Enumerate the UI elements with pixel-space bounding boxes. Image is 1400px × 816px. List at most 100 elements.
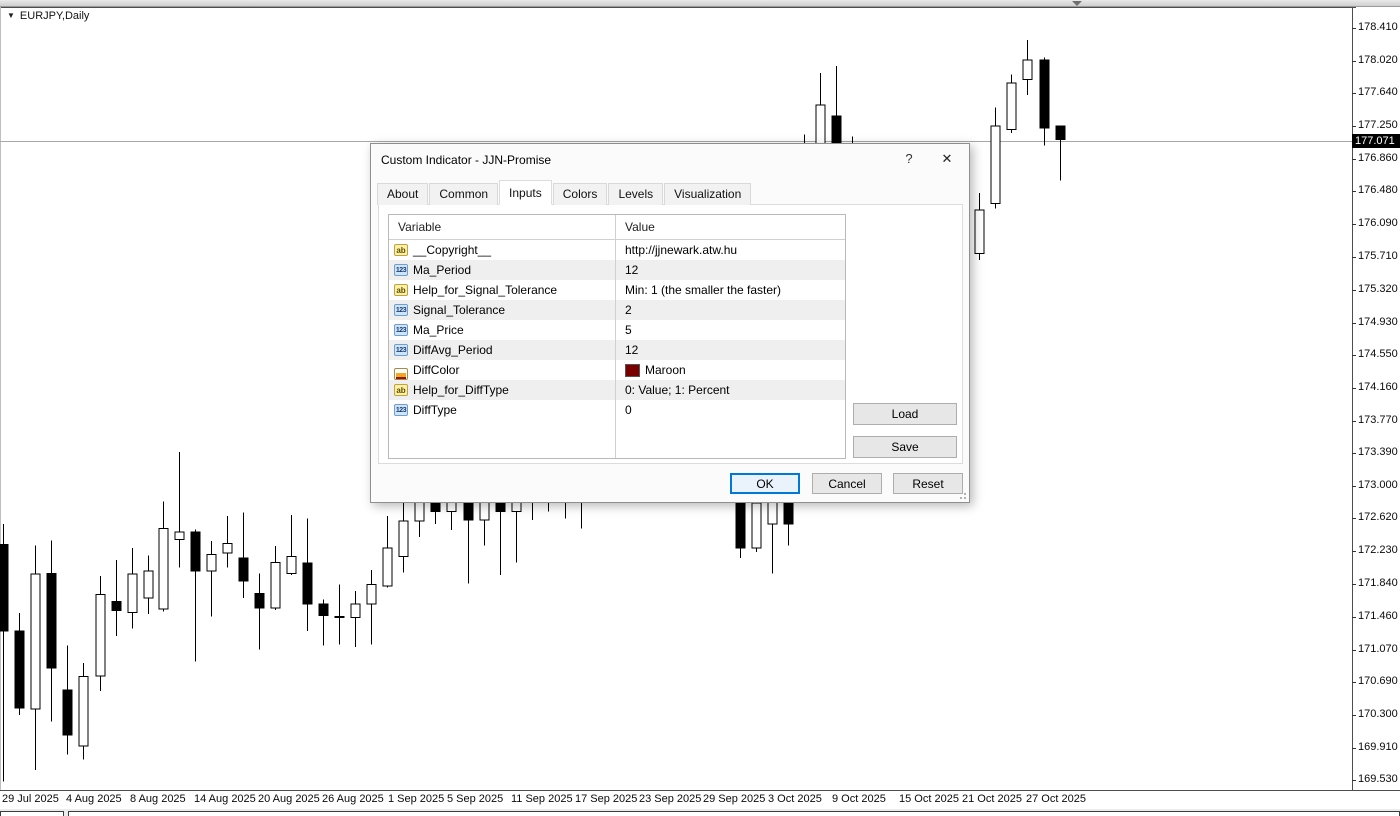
param-name: Help_for_Signal_Tolerance [413,283,558,297]
current-price-value: 177.071 [1355,135,1395,148]
price-axis-label: 174.160 [1358,380,1398,393]
candle [127,547,138,629]
reset-button[interactable]: Reset [893,473,963,494]
param-value-text: 12 [625,263,639,277]
color-param-icon [394,368,408,380]
chevron-down-icon[interactable]: ▼ [7,12,15,20]
candle [1055,125,1066,181]
price-axis-label: 171.460 [1358,609,1398,622]
param-row-ma-period[interactable]: 123 Ma_Period 12 [389,260,845,280]
candle [302,518,313,631]
date-axis-label: 29 Sep 2025 [703,793,766,805]
save-button[interactable]: Save [853,436,957,458]
date-axis-label: 17 Sep 2025 [575,793,638,805]
close-button[interactable]: ✕ [939,151,955,167]
current-price-box: 177.071 [1352,134,1400,149]
param-value[interactable]: 2 [625,303,632,317]
candle [14,613,25,715]
date-axis-label: 26 Aug 2025 [322,793,384,805]
param-name: DiffColor [413,363,460,377]
param-value[interactable]: Min: 1 (the smaller the faster) [625,283,781,297]
price-axis-label: 174.930 [1358,315,1398,328]
candle [0,524,9,782]
column-header-variable: Variable [398,220,442,234]
param-name: Ma_Period [413,263,472,277]
candle [95,575,106,691]
date-axis[interactable]: 29 Jul 2025 4 Aug 2025 8 Aug 2025 14 Aug 20… [0,792,1400,810]
candle [254,573,265,650]
price-axis-label: 172.620 [1358,511,1398,524]
param-value[interactable]: 0: Value; 1: Percent [625,383,730,397]
param-row-copyright[interactable]: ab __Copyright__ http://jjnewark.atw.hu [389,240,845,260]
param-value[interactable]: Maroon [625,363,686,377]
price-axis-label: 173.390 [1358,446,1398,459]
price-axis[interactable]: 178.410 178.020 177.640 177.250 176.860 176.4… [1353,7,1400,790]
candle [286,514,297,575]
string-param-icon: ab [394,244,408,256]
param-row-help-for-difftype[interactable]: ab Help_for_DiffType 0: Value; 1: Percent [389,380,845,400]
candle [366,570,377,645]
numeric-param-icon: 123 [394,344,408,356]
param-row-ma-price[interactable]: 123 Ma_Price 5 [389,320,845,340]
candle [222,515,233,568]
param-value-text: Maroon [645,363,686,377]
param-value[interactable]: http://jjnewark.atw.hu [625,243,737,257]
param-value[interactable]: 5 [625,323,632,337]
candle [990,107,1001,209]
candle [1006,74,1017,133]
tab-visualization[interactable]: Visualization [664,183,752,205]
param-value[interactable]: 0 [625,403,632,417]
color-swatch-maroon [625,363,640,377]
tab-levels[interactable]: Levels [608,183,664,205]
param-row-help-for-signal-tolerance[interactable]: ab Help_for_Signal_Tolerance Min: 1 (the s… [389,280,845,300]
numeric-param-icon: 123 [394,404,408,416]
tab-colors[interactable]: Colors [552,183,608,205]
price-axis-label: 169.530 [1358,772,1398,785]
cancel-button[interactable]: Cancel [812,473,882,494]
param-name: Ma_Price [413,323,464,337]
param-value-text: 2 [625,303,632,317]
string-param-icon: ab [394,384,408,396]
indicator-dialog: Custom Indicator - JJN-Promise ? ✕ About… [370,143,970,503]
param-row-difftype[interactable]: 123 DiffType 0 [389,400,845,420]
param-value[interactable]: 12 [625,263,638,277]
candle [382,515,393,588]
tab-about[interactable]: About [377,183,429,205]
price-axis-label: 171.840 [1358,577,1398,590]
date-axis-label: 21 Oct 2025 [962,793,1022,805]
column-divider [615,215,616,458]
candle [46,540,57,722]
candle [174,452,185,568]
price-axis-label: 177.640 [1358,86,1398,99]
candle [158,501,169,612]
dialog-titlebar[interactable]: Custom Indicator - JJN-Promise ? ✕ [371,144,969,174]
param-value-text: http://jjnewark.atw.hu [625,243,738,257]
price-axis-label: 178.020 [1358,54,1398,67]
param-value[interactable]: 12 [625,343,638,357]
table-header-row: Variable Value [389,215,845,240]
param-row-diffavg-period[interactable]: 123 DiffAvg_Period 12 [389,340,845,360]
ok-button[interactable]: OK [730,473,800,494]
bottom-panel-tab[interactable] [0,811,64,816]
date-axis-label: 9 Oct 2025 [832,793,886,805]
param-row-diffcolor[interactable]: DiffColor Maroon [389,360,845,380]
candle [974,193,985,260]
param-row-signal-tolerance[interactable]: 123 Signal_Tolerance 2 [389,300,845,320]
mt4-chart-window: ▼ EURJPY,Daily 178.410 178.020 177.640 177.… [0,0,1400,816]
price-axis-label: 171.070 [1358,642,1398,655]
tab-inputs[interactable]: Inputs [499,180,552,205]
help-button[interactable]: ? [901,151,917,166]
resize-grip[interactable] [958,491,966,499]
price-axis-label: 175.710 [1358,249,1398,262]
tab-common[interactable]: Common [429,183,499,205]
candle [270,546,281,610]
numeric-param-icon: 123 [394,324,408,336]
candle [190,529,201,662]
parameters-table: Variable Value ab __Copyright__ http://jjn… [388,214,846,459]
bottom-panel-edge [0,809,1400,816]
param-value-text: 12 [625,343,639,357]
load-button[interactable]: Load [853,403,957,425]
param-value-text: 5 [625,323,632,337]
candle [30,545,41,770]
candle [334,584,345,645]
